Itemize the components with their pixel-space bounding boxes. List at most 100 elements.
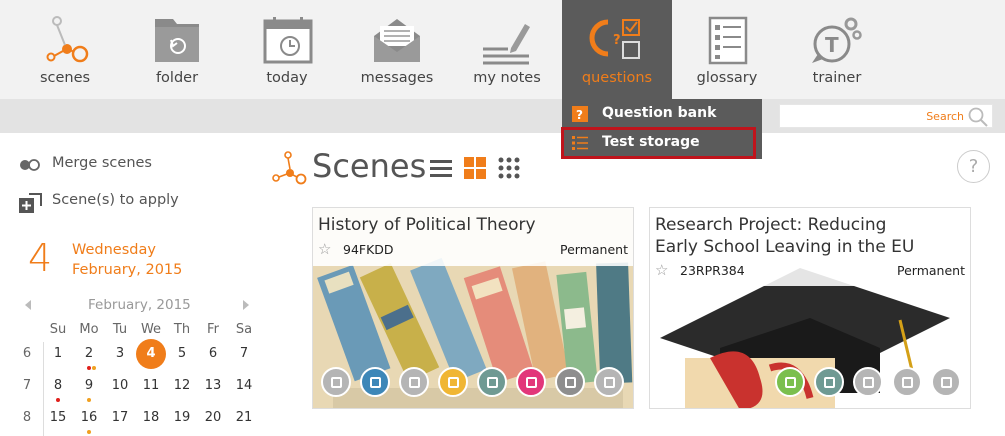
card-title: History of Political Theory — [318, 215, 536, 235]
card-title-line-1: Research Project: Reducing — [655, 215, 887, 235]
calendar-day[interactable]: 6 — [198, 346, 228, 361]
selected-month-year: February, 2015 — [72, 262, 183, 278]
calendar-day[interactable]: 11 — [136, 378, 166, 393]
share-action-icon[interactable] — [594, 367, 624, 397]
calendar-day[interactable]: 9 — [74, 378, 104, 393]
nav-item-trainer[interactable]: T trainer — [782, 0, 892, 99]
calendar-day[interactable]: 16 — [74, 410, 104, 425]
calendar-day[interactable]: 4 — [136, 346, 166, 361]
calendar-week-number: 7 — [22, 378, 32, 393]
calendar-day[interactable]: 17 — [105, 410, 135, 425]
table-action-icon[interactable] — [931, 367, 961, 397]
nav-label-trainer: trainer — [812, 70, 862, 86]
calendar-event-dot — [87, 430, 91, 434]
merge-scenes-button[interactable]: Merge scenes — [18, 153, 258, 175]
search-icon[interactable] — [967, 106, 989, 128]
calendar-day[interactable]: 15 — [43, 410, 73, 425]
calendar-day[interactable]: 19 — [167, 410, 197, 425]
nav-label-glossary: glossary — [696, 70, 758, 86]
share-action-icon[interactable] — [853, 367, 883, 397]
nav-label-my-notes: my notes — [473, 70, 541, 86]
today-icon — [232, 14, 342, 68]
favorite-star-icon[interactable]: ☆ — [655, 261, 668, 279]
calendar-day[interactable]: 18 — [136, 410, 166, 425]
svg-text:?: ? — [613, 33, 621, 48]
calendar-action-icon[interactable] — [477, 367, 507, 397]
link-action-icon[interactable] — [892, 367, 922, 397]
messages-icon — [342, 14, 452, 68]
calendar-day[interactable]: 14 — [229, 378, 259, 393]
flashcards-action-icon[interactable] — [555, 367, 585, 397]
toggle-icon — [20, 159, 40, 171]
comments-action-icon[interactable] — [321, 367, 351, 397]
notes-action-icon[interactable] — [775, 367, 805, 397]
prev-month-arrow-icon[interactable] — [25, 300, 31, 310]
folder-icon — [122, 14, 232, 68]
help-button[interactable]: ? — [957, 150, 990, 183]
svg-text:T: T — [825, 33, 839, 57]
calendar-day[interactable]: 8 — [43, 378, 73, 393]
calendar-day[interactable]: 3 — [105, 346, 135, 361]
calendar-event-dot — [87, 366, 91, 370]
compact-grid-view-icon[interactable] — [497, 157, 521, 179]
calendar-week-number: 6 — [22, 346, 32, 361]
card-actions — [313, 363, 633, 403]
scenes-to-apply-label: Scene(s) to apply — [52, 192, 179, 208]
scene-card-history[interactable]: History of Political Theory ☆ 94FKDD Per… — [312, 207, 634, 409]
favorite-star-icon[interactable]: ☆ — [318, 240, 331, 258]
nav-item-folder[interactable]: folder — [122, 0, 232, 99]
calendar-day[interactable]: 7 — [229, 346, 259, 361]
calendar-day[interactable]: 2 — [74, 346, 104, 361]
search-placeholder: Search — [926, 110, 964, 123]
scenes-to-apply-button[interactable]: Scene(s) to apply — [18, 190, 258, 213]
nav-label-questions: questions — [581, 70, 653, 86]
nav-item-glossary[interactable]: glossary — [672, 0, 782, 99]
card-header: Research Project: Reducing Early School L… — [650, 208, 970, 286]
scene-status: Permanent — [560, 242, 628, 257]
calendar-dow-label: Th — [173, 322, 191, 337]
search-input[interactable]: Search — [779, 104, 993, 128]
notes-action-icon[interactable] — [438, 367, 468, 397]
nav-item-messages[interactable]: messages — [342, 0, 452, 99]
selected-weekday: Wednesday — [72, 242, 156, 258]
card-header: History of Political Theory ☆ 94FKDD Per… — [313, 208, 633, 266]
scene-code: 94FKDD — [343, 242, 394, 257]
chat-action-icon[interactable] — [399, 367, 429, 397]
scenes-title-area: Scenes — [270, 145, 570, 189]
nav-label-folder: folder — [155, 70, 199, 86]
menu-label-test-storage: Test storage — [602, 134, 700, 150]
nav-item-today[interactable]: today — [232, 0, 342, 99]
glossary-icon — [672, 14, 782, 68]
calendar-day[interactable]: 20 — [198, 410, 228, 425]
task-action-icon[interactable] — [516, 367, 546, 397]
scene-card-research[interactable]: Research Project: Reducing Early School L… — [649, 207, 971, 409]
menu-item-question-bank[interactable]: ? Question bank — [570, 101, 750, 127]
menu-item-test-storage[interactable]: Test storage — [561, 127, 756, 159]
nav-item-scenes[interactable]: scenes — [10, 0, 120, 99]
calendar-day[interactable]: 5 — [167, 346, 197, 361]
calendar-dow-label: Su — [49, 322, 67, 337]
selected-day-number: 4 — [28, 236, 53, 280]
calendar-dow-label: Tu — [112, 322, 128, 337]
merge-scenes-label: Merge scenes — [52, 155, 152, 171]
grid-view-icon[interactable] — [463, 157, 487, 179]
nav-item-my-notes[interactable]: my notes — [452, 0, 562, 99]
trainer-icon: T — [782, 14, 892, 68]
calendar-action-icon[interactable] — [814, 367, 844, 397]
card-title-line-2: Early School Leaving in the EU — [655, 237, 915, 257]
pin-action-icon[interactable] — [360, 367, 390, 397]
calendar-day[interactable]: 12 — [167, 378, 197, 393]
next-month-arrow-icon[interactable] — [243, 300, 249, 310]
calendar-day[interactable]: 13 — [198, 378, 228, 393]
scenes-icon — [272, 151, 307, 185]
calendar-day[interactable]: 21 — [229, 410, 259, 425]
calendar-day[interactable]: 10 — [105, 378, 135, 393]
nav-item-questions[interactable]: ? questions — [562, 0, 672, 99]
calendar-month: February, 2015 — [88, 297, 191, 313]
scene-code: 23RPR384 — [680, 263, 745, 278]
add-scene-icon — [19, 193, 42, 213]
nav-label-scenes: scenes — [39, 70, 91, 86]
menu-label-question-bank: Question bank — [602, 105, 717, 121]
calendar-day[interactable]: 1 — [43, 346, 73, 361]
list-view-icon[interactable] — [429, 157, 453, 179]
